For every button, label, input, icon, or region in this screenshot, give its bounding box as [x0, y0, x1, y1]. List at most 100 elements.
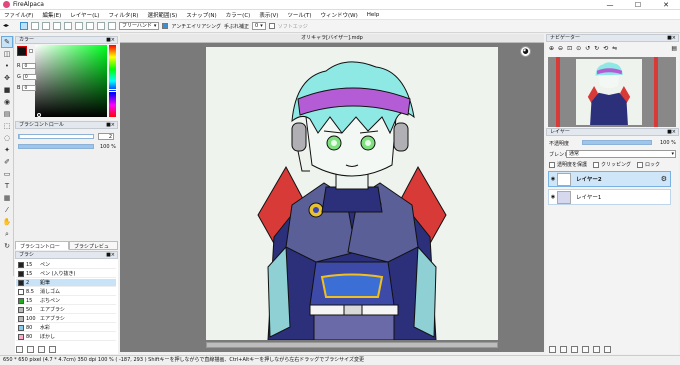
snap-off-button[interactable]: [20, 22, 28, 30]
fill-tool-icon[interactable]: ■: [1, 84, 13, 96]
brush-tool-icon[interactable]: ✎: [1, 36, 13, 48]
layer-opacity-slider[interactable]: [582, 140, 652, 145]
antialias-checkbox[interactable]: [162, 23, 169, 29]
magic-wand-tool-icon[interactable]: ✦: [1, 144, 13, 156]
panel-close-icon[interactable]: ■×: [106, 252, 115, 259]
prev-next-icon[interactable]: ◂▸: [3, 22, 17, 30]
clipping-checkbox[interactable]: [593, 161, 600, 168]
delete-layer-icon[interactable]: [604, 346, 611, 353]
zoom-tool-icon[interactable]: ⌕: [1, 228, 13, 240]
brush-item[interactable]: 15 ペン (入り抜き): [16, 270, 116, 278]
snap-radial-button[interactable]: [64, 22, 72, 30]
add-layer-icon[interactable]: [549, 346, 556, 353]
duplicate-layer-icon[interactable]: [582, 346, 589, 353]
eye-icon[interactable]: ◉: [549, 194, 557, 200]
r-input[interactable]: 0: [22, 63, 37, 69]
panel-close-icon[interactable]: ■×: [106, 37, 115, 44]
canvas-paper[interactable]: [206, 47, 498, 340]
dot-tool-icon[interactable]: •: [1, 60, 13, 72]
layer-row[interactable]: ◉ レイヤー1: [548, 189, 671, 205]
tab-brush-control[interactable]: ブラシコントロール: [15, 241, 69, 257]
brush-size-slider[interactable]: [18, 134, 94, 139]
eye-icon[interactable]: ◉: [549, 176, 557, 182]
lock-checkbox[interactable]: [637, 161, 644, 168]
text-tool-icon[interactable]: T: [1, 180, 13, 192]
blend-mode-select[interactable]: 通常 ▾: [566, 150, 676, 158]
menu-window[interactable]: ウィンドウ(W): [321, 11, 358, 19]
canvas-horizontal-scrollbar[interactable]: [206, 342, 498, 348]
brush-item[interactable]: 8.5 消しゴム: [16, 288, 116, 296]
rotate-left-icon[interactable]: ↺: [585, 45, 590, 55]
snap-vanish-button[interactable]: [53, 22, 61, 30]
brush-mode-select[interactable]: フリーハンド ▾: [119, 22, 160, 30]
brush-settings-icon[interactable]: [38, 346, 45, 353]
brush-item[interactable]: 80 ぼかし: [16, 333, 116, 341]
snap-settings-button[interactable]: [97, 22, 105, 30]
gear-icon[interactable]: ⚙: [661, 175, 667, 183]
gradient-tool-icon[interactable]: ▤: [1, 108, 13, 120]
menu-layer[interactable]: レイヤー(L): [70, 11, 99, 19]
soft-edge-checkbox[interactable]: [268, 23, 275, 29]
layer-row[interactable]: ◉ レイヤー2 ⚙: [548, 171, 671, 187]
menu-filter[interactable]: フィルタ(R): [108, 11, 138, 19]
hue-cursor[interactable]: [108, 89, 117, 92]
merge-layer-icon[interactable]: [593, 346, 600, 353]
close-button[interactable]: ✕: [652, 0, 680, 10]
brush-opacity-slider[interactable]: [18, 144, 94, 149]
navigator-thumbnail[interactable]: [548, 57, 676, 127]
add-folder-icon[interactable]: [571, 346, 578, 353]
brush-item[interactable]: 2 鉛筆: [16, 279, 116, 287]
menu-edit[interactable]: 編集(E): [42, 11, 61, 19]
stabilizer-select[interactable]: 0 ▾: [252, 22, 266, 30]
zoom-in-icon[interactable]: ⊕: [549, 45, 554, 55]
zoom-actual-icon[interactable]: ⊙: [576, 45, 581, 55]
g-input[interactable]: 0: [22, 74, 37, 80]
brush-item[interactable]: 15 ペン: [16, 261, 116, 269]
add-8bit-layer-icon[interactable]: [560, 346, 567, 353]
eyedropper-tool-icon[interactable]: ⁄: [1, 204, 13, 216]
divide-tool-icon[interactable]: ▦: [1, 192, 13, 204]
menu-snap[interactable]: スナップ(N): [186, 11, 216, 19]
maximize-button[interactable]: ☐: [624, 0, 652, 10]
panel-close-icon[interactable]: ■×: [106, 122, 115, 129]
menu-file[interactable]: ファイル(F): [4, 11, 33, 19]
brush-item[interactable]: 100 エアブラシ: [16, 315, 116, 323]
snap-circle-button[interactable]: [75, 22, 83, 30]
document-tab[interactable]: オリキャラ[バイザー].mdp: [120, 34, 544, 43]
swap-colors-icon[interactable]: [29, 49, 33, 53]
lasso-tool-icon[interactable]: ◌: [1, 132, 13, 144]
snap-extra-button[interactable]: [108, 22, 116, 30]
rotate-right-icon[interactable]: ↻: [594, 45, 599, 55]
b-input[interactable]: 0: [22, 85, 37, 91]
eraser-tool-icon[interactable]: ◫: [1, 48, 13, 60]
rotate-tool-icon[interactable]: ↻: [1, 240, 13, 252]
duplicate-brush-icon[interactable]: [27, 346, 34, 353]
select-pen-tool-icon[interactable]: ✐: [1, 156, 13, 168]
move-tool-icon[interactable]: ✥: [1, 72, 13, 84]
bucket-tool-icon[interactable]: ◉: [1, 96, 13, 108]
menu-view[interactable]: 表示(V): [259, 11, 278, 19]
panel-close-icon[interactable]: ■×: [667, 35, 676, 42]
saturation-value-picker[interactable]: [35, 45, 107, 117]
delete-brush-icon[interactable]: [49, 346, 56, 353]
menu-color[interactable]: カラー(C): [226, 11, 251, 19]
select-eraser-tool-icon[interactable]: ▭: [1, 168, 13, 180]
minimize-button[interactable]: —: [596, 0, 624, 10]
hand-tool-icon[interactable]: ✋: [1, 216, 13, 228]
snap-parallel-button[interactable]: [31, 22, 39, 30]
brush-item[interactable]: 50 エアブラシ: [16, 306, 116, 314]
tab-brush-preview[interactable]: ブラシプレビュー: [68, 241, 118, 257]
add-brush-icon[interactable]: [16, 346, 23, 353]
menu-select[interactable]: 選択範囲(S): [147, 11, 177, 19]
snap-cross-button[interactable]: [42, 22, 50, 30]
navigator-menu-icon[interactable]: ▤: [671, 45, 677, 55]
hue-slider[interactable]: [109, 45, 116, 117]
menu-tool[interactable]: ツール(T): [287, 11, 311, 19]
select-tool-icon[interactable]: ⬚: [1, 120, 13, 132]
brush-item[interactable]: 80 水彩: [16, 324, 116, 332]
snap-curve-button[interactable]: [86, 22, 94, 30]
brush-size-input[interactable]: 2: [98, 133, 114, 140]
brush-item[interactable]: 15 ぶちペン: [16, 297, 116, 305]
zoom-out-icon[interactable]: ⊖: [558, 45, 563, 55]
foreground-color-swatch[interactable]: [17, 46, 27, 56]
